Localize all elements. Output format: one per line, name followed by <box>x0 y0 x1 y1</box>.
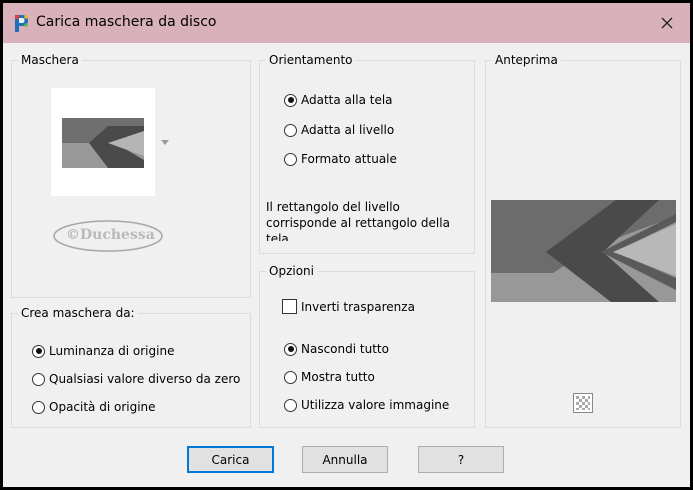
radio-label: Utilizza valore immagine <box>301 398 450 412</box>
close-icon <box>661 17 673 29</box>
radio-label: Opacità di origine <box>49 400 156 414</box>
checkbox[interactable] <box>282 299 297 314</box>
app-logo-icon <box>14 14 28 32</box>
create-mask-from-group: Crea maschera da: Luminanza di origine Q… <box>11 305 251 428</box>
radio-button[interactable] <box>32 344 45 358</box>
radio-use-image-value[interactable]: Utilizza valore immagine <box>284 398 449 412</box>
radio-label: Adatta alla tela <box>301 93 393 107</box>
radio-label: Nascondi tutto <box>301 342 389 356</box>
radio-fit-canvas[interactable]: Adatta alla tela <box>284 93 393 107</box>
orientation-group: Orientamento Adatta alla tela Adatta al … <box>259 52 475 254</box>
radio-hide-all[interactable]: Nascondi tutto <box>284 342 389 356</box>
mask-group: Maschera ©Duchessa <box>11 52 251 298</box>
options-group-label: Opzioni <box>266 263 317 279</box>
title-bar[interactable]: Carica maschera da disco <box>3 3 690 43</box>
radio-button[interactable] <box>284 93 297 107</box>
help-button[interactable]: ? <box>418 446 504 473</box>
mask-thumbnail <box>62 118 144 168</box>
checkbox-label: Inverti trasparenza <box>301 299 415 314</box>
create-mask-from-label: Crea maschera da: <box>18 305 138 321</box>
mask-thumbnail-picker[interactable] <box>51 88 155 196</box>
radio-button[interactable] <box>284 398 297 412</box>
radio-show-all[interactable]: Mostra tutto <box>284 370 375 384</box>
radio-button[interactable] <box>32 372 45 386</box>
cancel-button[interactable]: Annulla <box>302 446 388 473</box>
radio-label: Formato attuale <box>301 152 397 166</box>
radio-label: Mostra tutto <box>301 370 375 384</box>
dialog-window: Carica maschera da disco Maschera ©Duche… <box>3 3 690 487</box>
radio-current-size[interactable]: Formato attuale <box>284 152 397 166</box>
close-button[interactable] <box>644 3 690 43</box>
preview-image <box>491 200 676 302</box>
radio-button[interactable] <box>284 342 297 356</box>
radio-source-opacity[interactable]: Opacità di origine <box>32 400 156 414</box>
options-group: Opzioni Inverti trasparenza Nascondi tut… <box>259 263 475 428</box>
radio-label: Luminanza di origine <box>49 344 175 358</box>
radio-label: Adatta al livello <box>301 123 395 137</box>
radio-button[interactable] <box>32 400 45 414</box>
watermark-text: ©Duchessa <box>66 227 155 243</box>
thumbnail-dropdown-arrow-icon[interactable] <box>161 140 169 145</box>
watermark-logo: ©Duchessa <box>52 218 164 254</box>
radio-fit-layer[interactable]: Adatta al livello <box>284 123 394 137</box>
mask-group-label: Maschera <box>18 52 82 68</box>
radio-button[interactable] <box>284 123 297 137</box>
transparency-checker-icon[interactable] <box>573 393 593 413</box>
radio-any-nonzero[interactable]: Qualsiasi valore diverso da zero <box>32 372 240 386</box>
invert-transparency-checkbox[interactable]: Inverti trasparenza <box>282 299 415 314</box>
radio-button[interactable] <box>284 370 297 384</box>
load-button[interactable]: Carica <box>187 446 274 473</box>
orientation-group-label: Orientamento <box>266 52 356 68</box>
radio-label: Qualsiasi valore diverso da zero <box>49 372 241 386</box>
radio-button[interactable] <box>284 152 297 166</box>
radio-source-luminance[interactable]: Luminanza di origine <box>32 344 174 358</box>
preview-group-label: Anteprima <box>492 52 561 68</box>
orientation-info-text: Il rettangolo del livello corrisponde al… <box>266 200 450 241</box>
preview-group: Anteprima <box>485 52 681 428</box>
window-title: Carica maschera da disco <box>36 14 217 30</box>
